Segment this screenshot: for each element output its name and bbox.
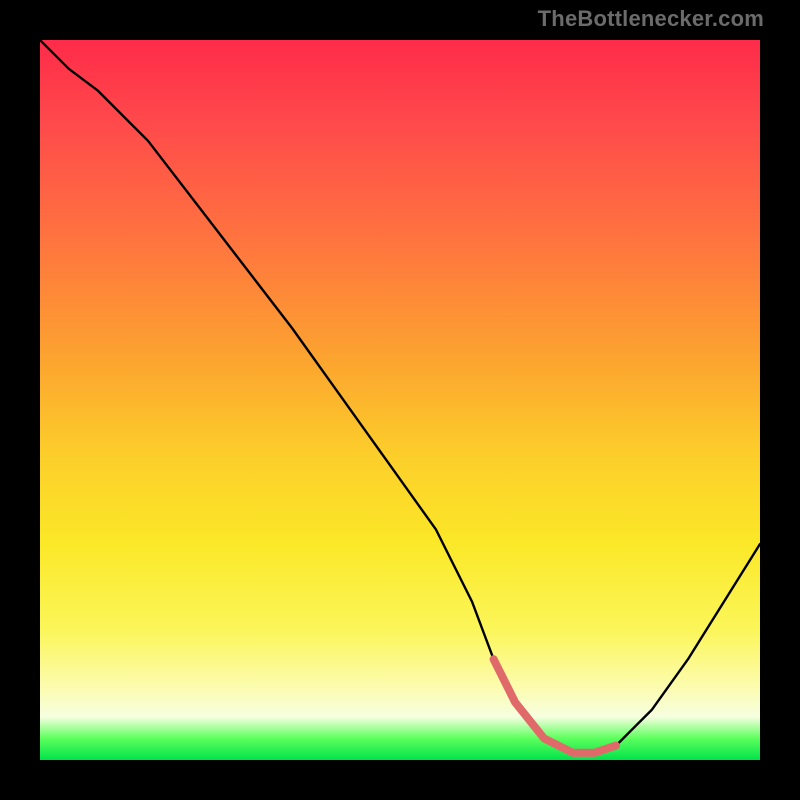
- curve-path: [40, 40, 760, 753]
- watermark-label: TheBottlenecker.com: [538, 6, 764, 32]
- plot-area: [40, 40, 760, 760]
- highlight-path: [494, 659, 616, 753]
- chart-frame: TheBottlenecker.com: [0, 0, 800, 800]
- plot-svg: [40, 40, 760, 760]
